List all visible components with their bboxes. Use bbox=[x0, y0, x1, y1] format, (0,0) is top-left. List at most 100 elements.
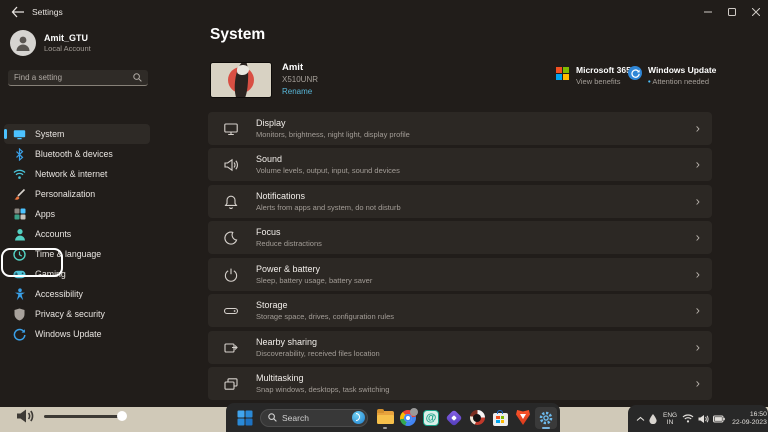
focus-moon-icon bbox=[223, 230, 239, 246]
ring-app-icon[interactable] bbox=[466, 407, 488, 429]
device-thumbnail bbox=[210, 62, 272, 98]
sidebar-item-apps[interactable]: Apps bbox=[4, 204, 150, 224]
tray-date: 22-09-2023 bbox=[732, 419, 767, 427]
tray-time: 16:50 bbox=[732, 411, 767, 419]
ms365-subtitle: View benefits bbox=[576, 77, 620, 86]
chevron-right-icon: › bbox=[696, 266, 700, 281]
wifi-icon bbox=[13, 168, 26, 181]
settings-row-focus[interactable]: Focus Reduce distractions › bbox=[208, 221, 712, 254]
minimize-button[interactable] bbox=[696, 0, 720, 24]
monitor-icon bbox=[13, 128, 26, 141]
chevron-right-icon: › bbox=[696, 375, 700, 390]
back-icon[interactable] bbox=[10, 5, 26, 19]
row-title: Focus bbox=[256, 227, 322, 237]
row-title: Notifications bbox=[256, 191, 401, 201]
sidebar: Amit_GTU Local Account System bbox=[0, 24, 158, 407]
settings-row-sound[interactable]: Sound Volume levels, output, input, soun… bbox=[208, 148, 712, 181]
sidebar-item-network[interactable]: Network & internet bbox=[4, 164, 150, 184]
sidebar-item-accounts[interactable]: Accounts bbox=[4, 224, 150, 244]
power-icon bbox=[223, 267, 239, 283]
microsoft-logo-icon bbox=[556, 67, 569, 80]
teal-app-icon[interactable]: @ bbox=[420, 407, 442, 429]
chrome-icon[interactable] bbox=[397, 407, 419, 429]
taskbar-search[interactable]: Search bbox=[260, 409, 368, 427]
tray-battery-icon[interactable] bbox=[713, 415, 725, 423]
account-type: Local Account bbox=[44, 44, 91, 53]
row-subtitle: Storage space, drives, configuration rul… bbox=[256, 312, 394, 321]
settings-row-notifications[interactable]: Notifications Alerts from apps and syste… bbox=[208, 185, 712, 218]
window-title: Settings bbox=[32, 7, 63, 17]
gamepad-icon bbox=[13, 268, 26, 281]
sidebar-item-label: Privacy & security bbox=[35, 309, 105, 319]
maximize-button[interactable] bbox=[720, 0, 744, 24]
sidebar-item-label: Personalization bbox=[35, 189, 95, 199]
purple-diamond-app-icon[interactable] bbox=[443, 407, 465, 429]
row-title: Storage bbox=[256, 300, 394, 310]
start-button[interactable] bbox=[234, 407, 256, 429]
sidebar-item-windows-update[interactable]: Windows Update bbox=[4, 324, 150, 344]
share-icon bbox=[223, 340, 239, 356]
tray-pen-icon[interactable] bbox=[649, 414, 657, 424]
ms365-title: Microsoft 365 bbox=[576, 65, 631, 75]
settings-row-display[interactable]: Display Monitors, brightness, night ligh… bbox=[208, 112, 712, 145]
bell-icon bbox=[223, 194, 239, 210]
brush-icon bbox=[13, 188, 26, 201]
chevron-right-icon: › bbox=[696, 120, 700, 135]
windows-update-icon bbox=[628, 66, 642, 80]
sidebar-item-personalization[interactable]: Personalization bbox=[4, 184, 150, 204]
row-title: Nearby sharing bbox=[256, 337, 380, 347]
avatar bbox=[10, 30, 36, 56]
device-model: X510UNR bbox=[282, 75, 318, 84]
windows-stack-icon bbox=[223, 376, 239, 392]
sidebar-item-label: Accounts bbox=[35, 229, 71, 239]
settings-row-power[interactable]: Power & battery Sleep, battery usage, ba… bbox=[208, 258, 712, 291]
tray-chevron-up-icon[interactable] bbox=[636, 416, 645, 422]
settings-gear-icon[interactable] bbox=[535, 407, 557, 429]
sidebar-item-label: System bbox=[35, 129, 64, 139]
settings-row-multitasking[interactable]: Multitasking Snap windows, desktops, tas… bbox=[208, 367, 712, 400]
user-account[interactable]: Amit_GTU Local Account bbox=[10, 30, 91, 56]
settings-row-storage[interactable]: Storage Storage space, drives, configura… bbox=[208, 294, 712, 327]
taskbar-search-label: Search bbox=[282, 413, 352, 423]
screen: Settings Amit_GTU bbox=[0, 0, 768, 432]
taskbar: Search @ bbox=[226, 403, 560, 432]
row-title: Power & battery bbox=[256, 264, 372, 274]
sidebar-item-bluetooth[interactable]: Bluetooth & devices bbox=[4, 144, 150, 164]
language-indicator[interactable]: ENG IN bbox=[663, 412, 677, 426]
search-input[interactable] bbox=[14, 73, 133, 82]
microsoft-store-icon[interactable] bbox=[489, 407, 511, 429]
sidebar-item-gaming[interactable]: Gaming bbox=[4, 264, 150, 284]
tray-speaker-icon[interactable] bbox=[698, 414, 709, 424]
file-explorer-icon[interactable] bbox=[374, 407, 396, 429]
settings-search[interactable] bbox=[8, 70, 148, 86]
chevron-right-icon: › bbox=[696, 339, 700, 354]
sidebar-item-label: Gaming bbox=[35, 269, 66, 279]
rename-link[interactable]: Rename bbox=[282, 87, 312, 96]
volume-slider-knob[interactable] bbox=[117, 411, 127, 421]
search-highlight-icon bbox=[352, 411, 365, 424]
chevron-right-icon: › bbox=[696, 193, 700, 208]
search-icon bbox=[268, 413, 277, 422]
close-button[interactable] bbox=[744, 0, 768, 24]
sidebar-item-system[interactable]: System bbox=[4, 124, 150, 144]
speaker-icon bbox=[223, 157, 239, 173]
page-title: System bbox=[210, 26, 265, 44]
tray-wifi-icon[interactable] bbox=[682, 414, 694, 423]
settings-row-nearby-sharing[interactable]: Nearby sharing Discoverability, received… bbox=[208, 331, 712, 364]
row-title: Multitasking bbox=[256, 373, 389, 383]
tray-clock[interactable]: 16:50 22-09-2023 bbox=[732, 411, 767, 427]
sidebar-item-label: Bluetooth & devices bbox=[35, 149, 113, 159]
row-subtitle: Monitors, brightness, night light, displ… bbox=[256, 130, 410, 139]
sidebar-item-accessibility[interactable]: Accessibility bbox=[4, 284, 150, 304]
volume-slider-track[interactable] bbox=[44, 415, 126, 418]
titlebar: Settings bbox=[0, 0, 768, 24]
row-subtitle: Snap windows, desktops, task switching bbox=[256, 385, 389, 394]
person-icon bbox=[13, 228, 26, 241]
user-name: Amit_GTU bbox=[44, 33, 91, 43]
apps-icon bbox=[13, 208, 26, 221]
sidebar-item-time-language[interactable]: Time & language bbox=[4, 244, 150, 264]
row-subtitle: Discoverability, received files location bbox=[256, 349, 380, 358]
sidebar-item-label: Windows Update bbox=[35, 329, 102, 339]
sidebar-item-privacy[interactable]: Privacy & security bbox=[4, 304, 150, 324]
brave-icon[interactable] bbox=[512, 407, 534, 429]
